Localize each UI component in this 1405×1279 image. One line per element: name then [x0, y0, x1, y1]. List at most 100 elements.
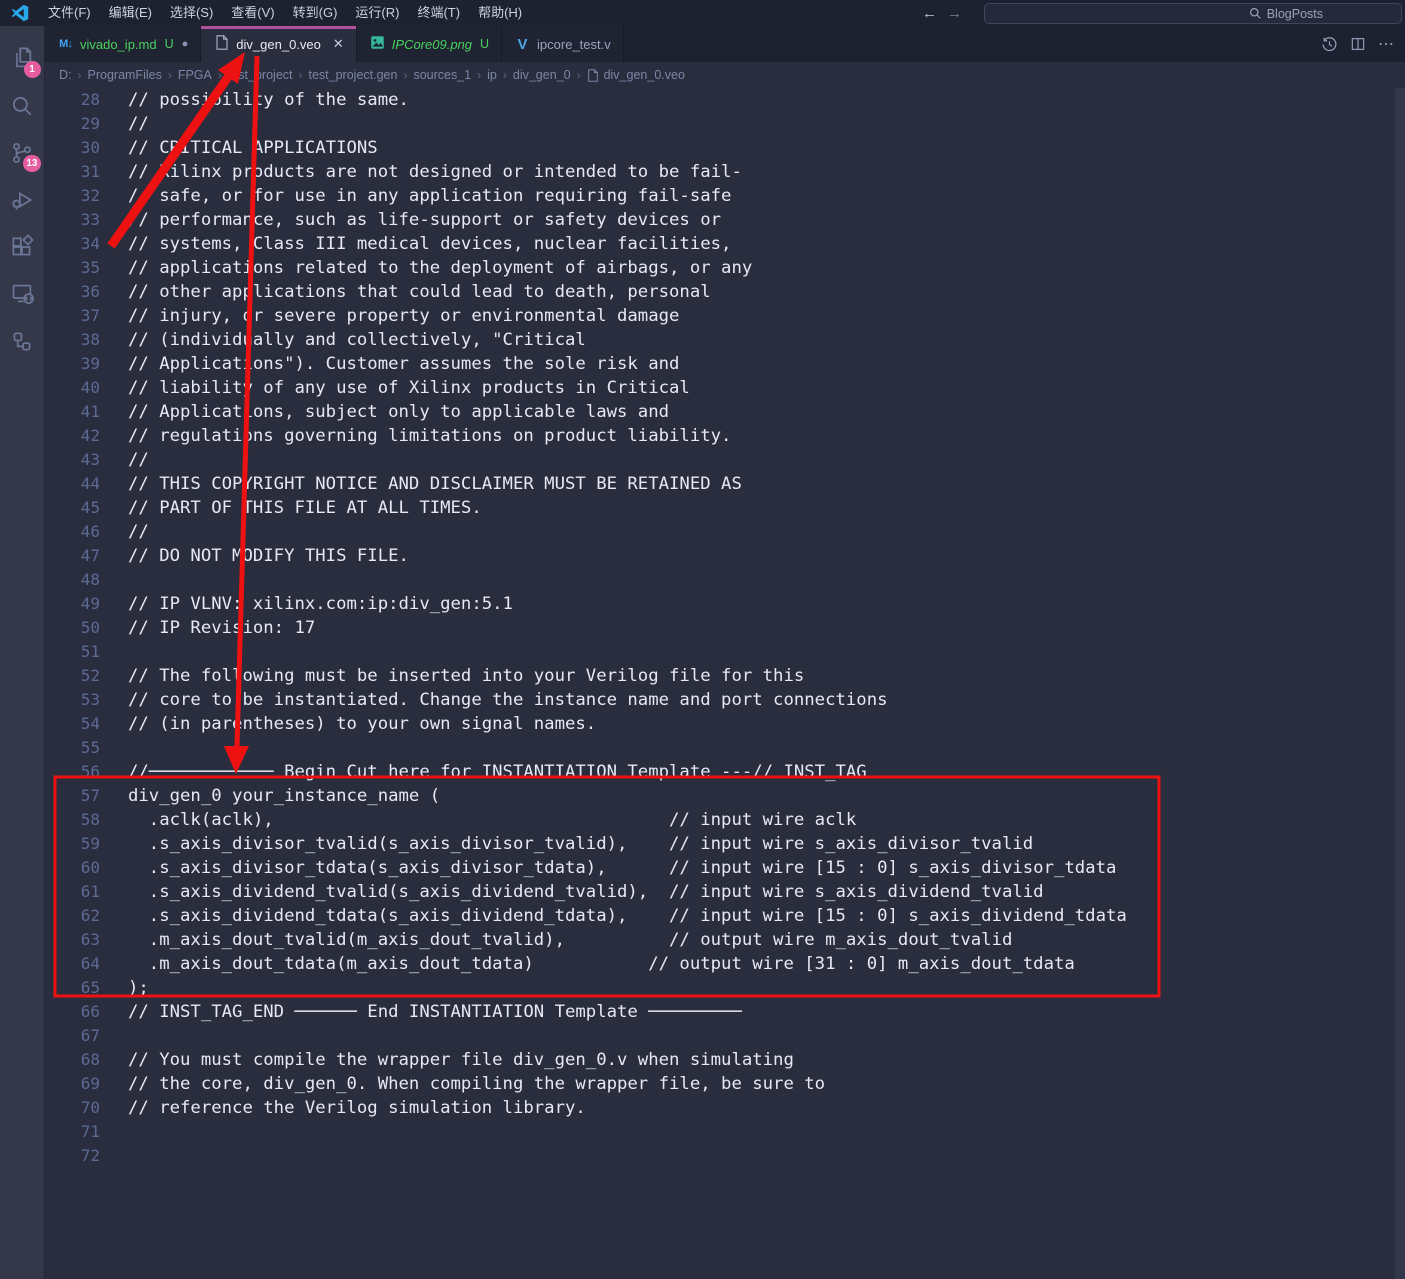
line-number[interactable]: 50: [45, 616, 100, 640]
code-editor[interactable]: 28// possibility of the same.29//30// CR…: [45, 88, 1405, 1279]
line-number[interactable]: 31: [45, 160, 100, 184]
code-line[interactable]: 33// performance, such as life-support o…: [45, 208, 1405, 232]
line-number[interactable]: 37: [45, 304, 100, 328]
code-line[interactable]: 37// injury, or severe property or envir…: [45, 304, 1405, 328]
line-number[interactable]: 35: [45, 256, 100, 280]
code-line[interactable]: 50// IP Revision: 17: [45, 616, 1405, 640]
code-line[interactable]: 49// IP VLNV: xilinx.com:ip:div_gen:5.1: [45, 592, 1405, 616]
line-number[interactable]: 59: [45, 832, 100, 856]
line-number[interactable]: 29: [45, 112, 100, 136]
line-number[interactable]: 40: [45, 376, 100, 400]
code-line[interactable]: 62 .s_axis_dividend_tdata(s_axis_dividen…: [45, 904, 1405, 928]
code-line[interactable]: 54// (in parentheses) to your own signal…: [45, 712, 1405, 736]
breadcrumb-item[interactable]: D:: [59, 68, 72, 82]
code-line[interactable]: 39// Applications"). Customer assumes th…: [45, 352, 1405, 376]
breadcrumb-item[interactable]: sources_1: [413, 68, 471, 82]
line-number[interactable]: 61: [45, 880, 100, 904]
remote-explorer-icon[interactable]: [0, 270, 45, 317]
line-number[interactable]: 54: [45, 712, 100, 736]
menu-item-3[interactable]: 查看(V): [222, 0, 283, 26]
line-number[interactable]: 72: [45, 1144, 100, 1168]
line-number[interactable]: 28: [45, 88, 100, 112]
breadcrumb-item[interactable]: div_gen_0: [513, 68, 571, 82]
code-line[interactable]: 68// You must compile the wrapper file d…: [45, 1048, 1405, 1072]
breadcrumb-file[interactable]: div_gen_0.veo: [587, 68, 685, 82]
code-line[interactable]: 48: [45, 568, 1405, 592]
tab-ipcore09-png[interactable]: IPCore09.png U: [357, 26, 502, 62]
menu-item-6[interactable]: 终端(T): [408, 0, 469, 26]
code-line[interactable]: 53// core to be instantiated. Change the…: [45, 688, 1405, 712]
code-line[interactable]: 34// systems, Class III medical devices,…: [45, 232, 1405, 256]
search-view-icon[interactable]: [0, 82, 45, 129]
breadcrumb-item[interactable]: ProgramFiles: [88, 68, 162, 82]
split-editor-icon[interactable]: [1350, 36, 1366, 52]
extensions-icon[interactable]: [0, 223, 45, 270]
line-number[interactable]: 56: [45, 760, 100, 784]
code-line[interactable]: 55: [45, 736, 1405, 760]
code-line[interactable]: 30// CRITICAL APPLICATIONS: [45, 136, 1405, 160]
code-line[interactable]: 60 .s_axis_divisor_tdata(s_axis_divisor_…: [45, 856, 1405, 880]
line-number[interactable]: 30: [45, 136, 100, 160]
line-number[interactable]: 58: [45, 808, 100, 832]
code-line[interactable]: 31// Xilinx products are not designed or…: [45, 160, 1405, 184]
code-line[interactable]: 36// other applications that could lead …: [45, 280, 1405, 304]
line-number[interactable]: 38: [45, 328, 100, 352]
line-number[interactable]: 71: [45, 1120, 100, 1144]
line-number[interactable]: 65: [45, 976, 100, 1000]
code-line[interactable]: 46//: [45, 520, 1405, 544]
code-line[interactable]: 66// INST_TAG_END ────── End INSTANTIATI…: [45, 1000, 1405, 1024]
line-number[interactable]: 33: [45, 208, 100, 232]
breadcrumb-item[interactable]: ip: [487, 68, 497, 82]
line-number[interactable]: 48: [45, 568, 100, 592]
menu-item-4[interactable]: 转到(G): [284, 0, 347, 26]
code-line[interactable]: 42// regulations governing limitations o…: [45, 424, 1405, 448]
line-number[interactable]: 66: [45, 1000, 100, 1024]
tab-div-gen-0-veo[interactable]: div_gen_0.veo ✕: [201, 26, 356, 62]
line-number[interactable]: 41: [45, 400, 100, 424]
tab-ipcore-test-v[interactable]: V ipcore_test.v: [502, 26, 624, 62]
code-line[interactable]: 56//──────────── Begin Cut here for INST…: [45, 760, 1405, 784]
menu-item-0[interactable]: 文件(F): [39, 0, 100, 26]
line-number[interactable]: 46: [45, 520, 100, 544]
code-line[interactable]: 43//: [45, 448, 1405, 472]
close-icon[interactable]: ✕: [333, 36, 344, 52]
line-number[interactable]: 52: [45, 664, 100, 688]
line-number[interactable]: 34: [45, 232, 100, 256]
line-number[interactable]: 42: [45, 424, 100, 448]
code-line[interactable]: 29//: [45, 112, 1405, 136]
line-number[interactable]: 49: [45, 592, 100, 616]
code-line[interactable]: 70// reference the Verilog simulation li…: [45, 1096, 1405, 1120]
line-number[interactable]: 64: [45, 952, 100, 976]
code-line[interactable]: 51: [45, 640, 1405, 664]
code-line[interactable]: 59 .s_axis_divisor_tvalid(s_axis_divisor…: [45, 832, 1405, 856]
line-number[interactable]: 53: [45, 688, 100, 712]
breadcrumb-item[interactable]: test_project.gen: [309, 68, 398, 82]
code-line[interactable]: 57div_gen_0 your_instance_name (: [45, 784, 1405, 808]
code-line[interactable]: 63 .m_axis_dout_tvalid(m_axis_dout_tvali…: [45, 928, 1405, 952]
command-center-search[interactable]: BlogPosts: [984, 3, 1402, 24]
line-number[interactable]: 67: [45, 1024, 100, 1048]
timeline-history-icon[interactable]: [1321, 36, 1338, 53]
line-number[interactable]: 36: [45, 280, 100, 304]
code-line[interactable]: 47// DO NOT MODIFY THIS FILE.: [45, 544, 1405, 568]
line-number[interactable]: 39: [45, 352, 100, 376]
symbol-structure-icon[interactable]: [0, 317, 45, 364]
line-number[interactable]: 68: [45, 1048, 100, 1072]
menu-item-5[interactable]: 运行(R): [346, 0, 408, 26]
code-line[interactable]: 61 .s_axis_dividend_tvalid(s_axis_divide…: [45, 880, 1405, 904]
breadcrumb-item[interactable]: test_project: [228, 68, 293, 82]
nav-back-arrow[interactable]: ←: [922, 5, 937, 22]
code-line[interactable]: 40// liability of any use of Xilinx prod…: [45, 376, 1405, 400]
code-line[interactable]: 72: [45, 1144, 1405, 1168]
explorer-icon[interactable]: 1: [0, 35, 45, 82]
line-number[interactable]: 57: [45, 784, 100, 808]
line-number[interactable]: 45: [45, 496, 100, 520]
code-line[interactable]: 28// possibility of the same.: [45, 88, 1405, 112]
line-number[interactable]: 55: [45, 736, 100, 760]
breadcrumb-item[interactable]: FPGA: [178, 68, 212, 82]
nav-forward-arrow[interactable]: →: [947, 5, 962, 22]
code-line[interactable]: 69// the core, div_gen_0. When compiling…: [45, 1072, 1405, 1096]
tab-vivado-ip-md[interactable]: M↓ vivado_ip.md U ●: [45, 26, 201, 62]
menu-item-7[interactable]: 帮助(H): [469, 0, 531, 26]
more-actions-icon[interactable]: ⋯: [1378, 34, 1395, 54]
